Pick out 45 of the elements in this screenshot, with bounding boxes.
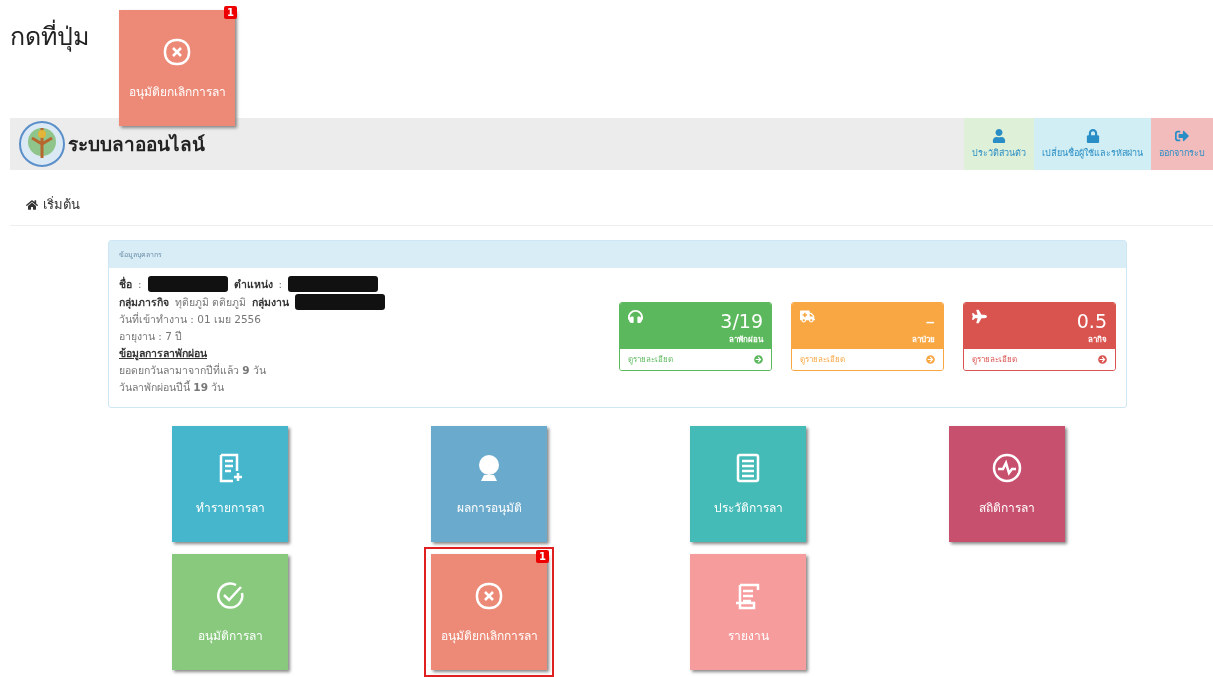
- menu-tile[interactable]: ทำรายการลา: [172, 426, 288, 542]
- nav-link[interactable]: เปลี่ยนชื่อผู้ใช้และรหัสผ่าน: [1034, 118, 1151, 170]
- headphones-icon: [628, 309, 643, 324]
- logout-icon: [1175, 128, 1189, 143]
- stat-value: 3/19: [720, 309, 763, 333]
- ambulance-icon: [800, 309, 815, 324]
- nav-link[interactable]: ออกจากระบ: [1151, 118, 1213, 170]
- field-label: กลุ่มภารกิจ: [119, 294, 169, 310]
- info-text: อายุงาน : 7 ปี: [119, 329, 183, 344]
- separator: :: [278, 276, 283, 292]
- field-label: ตำแหน่ง: [233, 276, 273, 292]
- section-heading: ข้อมูลการลาพักผ่อน: [119, 346, 207, 361]
- arrow-icon: [926, 355, 935, 364]
- instruction-text: กดที่ปุ่ม: [10, 16, 89, 56]
- stat-value: 0.5: [1076, 309, 1107, 333]
- separator: :: [138, 276, 142, 292]
- breadcrumb-link[interactable]: เริ่มต้น: [43, 194, 80, 215]
- stat-value: –: [925, 309, 935, 333]
- info-text: วันลาพักผ่อนปีนี้ 19 วัน: [119, 380, 225, 395]
- arrow-icon: [1098, 355, 1107, 364]
- lock-icon: [1085, 128, 1100, 143]
- plane-icon: [972, 309, 987, 324]
- arrow-icon: [754, 355, 763, 364]
- field-value: ทุติยภูมิ ตติยภูมิ: [175, 294, 247, 310]
- info-text: ยอดยกวันลามาจากปีที่แล้ว 9 วัน: [119, 363, 266, 378]
- stat-label: ลากิจ: [1088, 334, 1107, 346]
- menu-tile[interactable]: ผลการอนุมัติ: [431, 426, 547, 542]
- menu-tile[interactable]: รายงาน: [690, 554, 806, 670]
- menu-tile[interactable]: ประวัติการลา: [690, 426, 806, 542]
- home-icon: [26, 198, 38, 211]
- info-text: วันที่เข้าทำงาน : 01 เมย 2556: [119, 312, 261, 327]
- menu-tile[interactable]: สถิติการลา: [949, 426, 1065, 542]
- pulse-icon: [991, 451, 1023, 484]
- menu-tile[interactable]: อนุมัติการลา: [172, 554, 288, 670]
- count-badge: 1: [224, 6, 237, 19]
- field-label: กลุ่มงาน: [252, 294, 290, 310]
- field-label: ชื่อ: [119, 276, 132, 292]
- stat-label: ลาพักผ่อน: [729, 334, 763, 346]
- app-title: ระบบลาออนไลน์: [68, 132, 205, 157]
- stat-label: ลาป่วย: [912, 334, 935, 346]
- nav-link[interactable]: ประวัติส่วนตัว: [964, 118, 1034, 170]
- user-icon: [992, 128, 1006, 143]
- count-badge: 1: [536, 550, 549, 563]
- check-icon: [214, 579, 246, 612]
- logo-emblem: [18, 120, 66, 168]
